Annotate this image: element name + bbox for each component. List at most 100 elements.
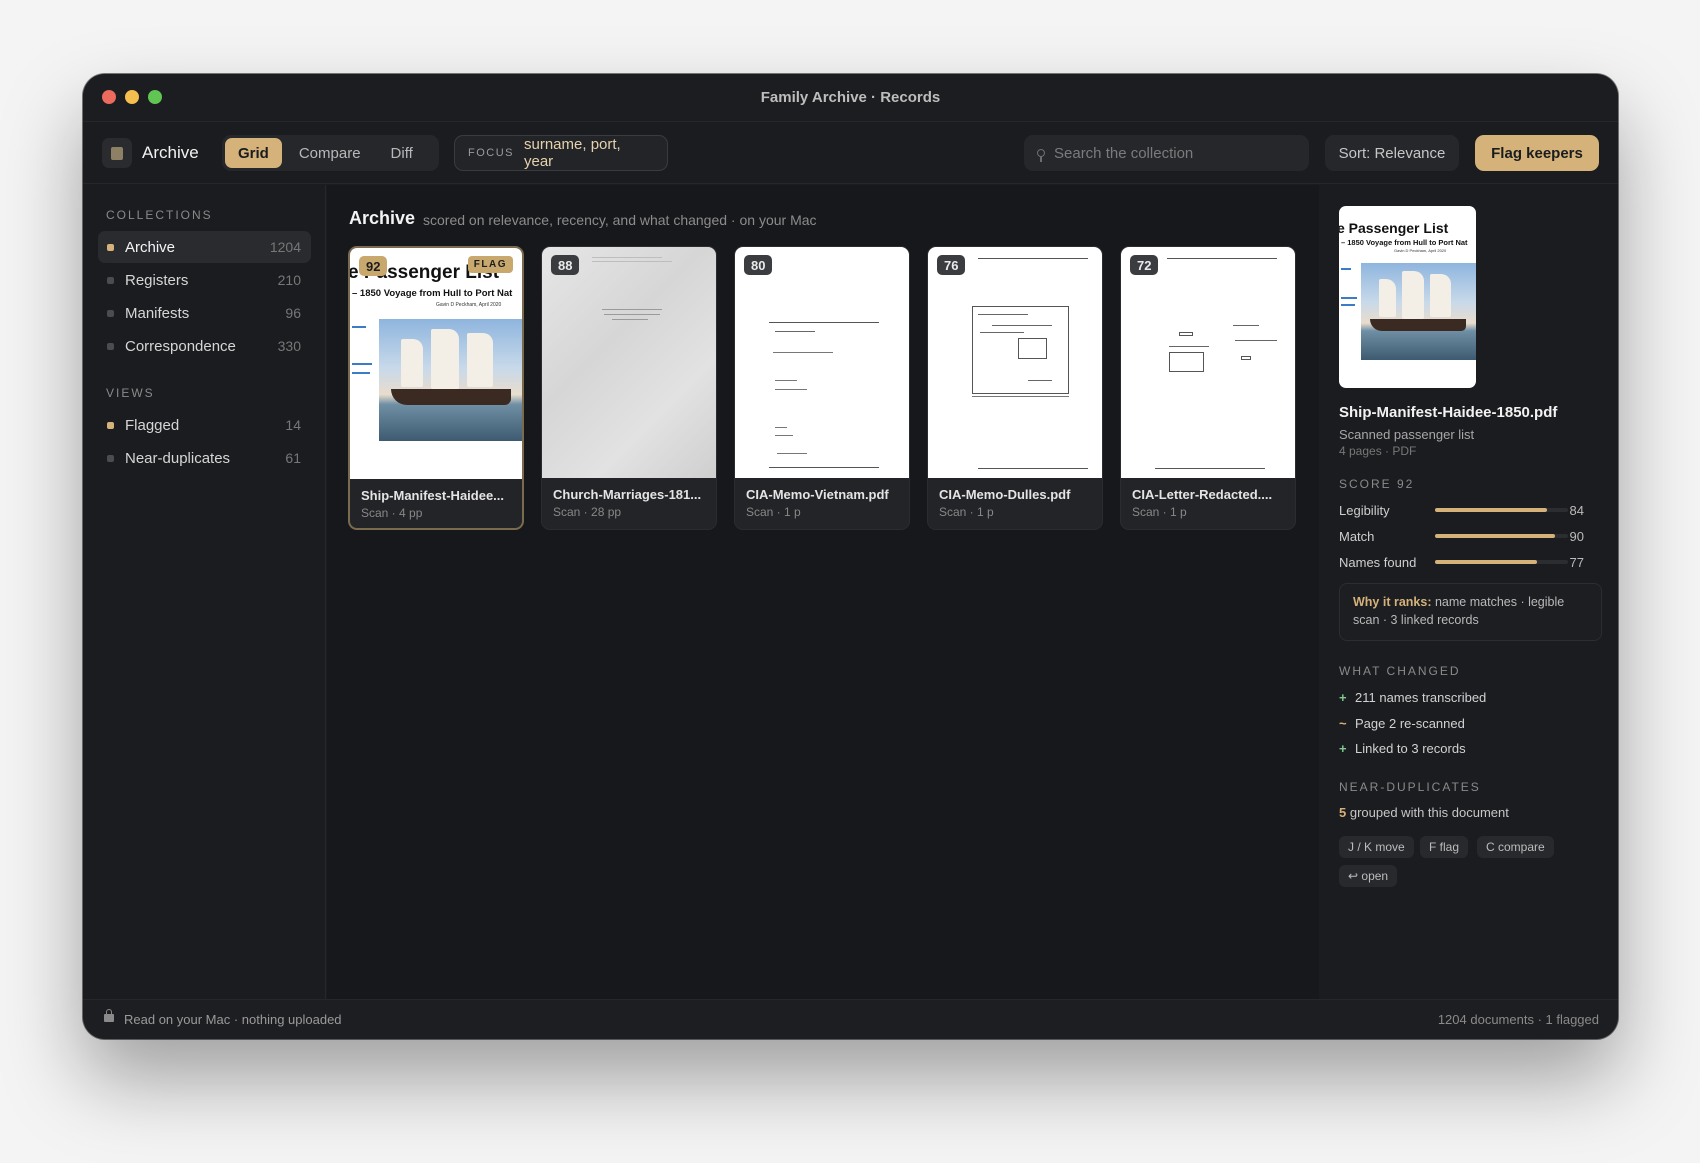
sidebar-item-count: 96 <box>285 305 301 321</box>
app-name: Archive <box>142 143 199 162</box>
sidebar-item-count: 210 <box>277 272 301 288</box>
why-it-ranks-box: Why it ranks: name matches · legible sca… <box>1339 583 1602 641</box>
collection-dot <box>107 243 114 251</box>
metric-value: 84 <box>1569 502 1584 518</box>
document-card-church-marriages[interactable]: 88 Church-Marriages-181... Scan · 28 pp <box>541 246 717 530</box>
view-dot <box>107 454 114 462</box>
change-text: Page 2 re-scanned <box>1355 716 1465 731</box>
detail-panel: e Passenger List – 1850 Voyage from Hull… <box>1320 185 1618 999</box>
sidebar-item-label: Near-duplicates <box>125 449 231 467</box>
document-meta: 4 pages · PDF <box>1339 444 1417 458</box>
sidebar-item-registers[interactable]: Registers 210 <box>98 264 311 296</box>
card-meta: Scan · 1 p <box>1132 505 1187 519</box>
metric-value: 90 <box>1569 528 1584 544</box>
shortcut-move: J / K move <box>1339 836 1414 858</box>
ship-painting-image <box>1361 263 1476 360</box>
search-input[interactable] <box>1054 144 1284 162</box>
why-label: Why it ranks: <box>1353 595 1432 609</box>
change-item: + 211 names transcribed <box>1339 690 1486 705</box>
sidebar-item-count: 61 <box>285 450 301 466</box>
shortcut-flag: F flag <box>1420 836 1469 858</box>
score-badge: 76 <box>937 255 966 275</box>
document-preview[interactable]: e Passenger List – 1850 Voyage from Hull… <box>1339 206 1476 388</box>
card-meta: Scan · 4 pp <box>361 506 423 520</box>
document-card-cia-letter-redacted[interactable]: 72 CIA-Letter-Redacted.... Scan · 1 p <box>1120 246 1296 530</box>
archive-app-icon[interactable] <box>102 138 132 168</box>
card-filename: CIA-Letter-Redacted.... <box>1132 487 1273 502</box>
what-changed-heading: WHAT CHANGED <box>1339 664 1461 678</box>
thumb-link-text <box>352 372 370 374</box>
sidebar-item-count: 14 <box>285 417 301 433</box>
sidebar-item-label: Flagged <box>125 416 180 434</box>
near-duplicates-heading: NEAR-DUPLICATES <box>1339 780 1481 794</box>
document-card-cia-memo-vietnam[interactable]: 80 CIA-Memo-Vietnam.pdf Scan · 1 p <box>734 246 910 530</box>
privacy-status: Read on your Mac · nothing uploaded <box>124 1012 342 1027</box>
focus-value: surname, port, year <box>524 136 621 170</box>
sidebar-item-label: Correspondence <box>125 337 236 355</box>
sidebar-item-label: Manifests <box>125 304 190 322</box>
change-text: 211 names transcribed <box>1355 690 1487 705</box>
metric-value: 77 <box>1569 554 1584 570</box>
thumb-author: Gavin D Peckham, April 2020 <box>436 302 502 308</box>
tab-compare[interactable]: Compare <box>286 138 374 168</box>
score-badge: 80 <box>744 255 773 275</box>
collection-dot <box>107 309 114 317</box>
focus-filter[interactable]: FOCUS surname, port, year <box>454 135 668 171</box>
sidebar-item-near-duplicates[interactable]: Near-duplicates 61 <box>98 442 311 474</box>
thumb-link-text <box>352 326 366 328</box>
search-box[interactable] <box>1024 135 1309 171</box>
search-icon <box>1037 149 1045 162</box>
collection-dot <box>107 342 114 350</box>
change-text: Linked to 3 records <box>1355 741 1466 756</box>
change-item: + Linked to 3 records <box>1339 741 1466 756</box>
views-heading: VIEWS <box>106 386 155 400</box>
tab-diff[interactable]: Diff <box>378 138 426 168</box>
tab-grid[interactable]: Grid <box>225 138 282 168</box>
score-badge: 72 <box>1130 255 1159 275</box>
card-meta: Scan · 1 p <box>939 505 994 519</box>
sidebar-item-correspondence[interactable]: Correspondence 330 <box>98 330 311 362</box>
document-card-cia-memo-dulles[interactable]: 76 CIA-Memo-Dulles.pdf Scan · 1 p <box>927 246 1103 530</box>
sidebar-item-flagged[interactable]: Flagged 14 <box>98 409 311 441</box>
sidebar-item-archive[interactable]: Archive 1204 <box>98 231 311 263</box>
document-filename: Ship-Manifest-Haidee-1850.pdf <box>1339 404 1558 421</box>
flag-keepers-button[interactable]: Flag keepers <box>1475 135 1599 171</box>
sidebar: COLLECTIONS Archive 1204 Registers 210 M… <box>83 185 326 999</box>
metric-bar <box>1435 508 1568 512</box>
metric-legibility: Legibility 84 <box>1339 501 1584 519</box>
title-bar: Family Archive · Records <box>83 74 1618 122</box>
metric-bar <box>1435 534 1568 538</box>
document-count-status: 1204 documents · 1 flagged <box>1437 1012 1599 1027</box>
sidebar-item-manifests[interactable]: Manifests 96 <box>98 297 311 329</box>
document-card-ship-manifest[interactable]: e Passenger List – 1850 Voyage from Hull… <box>348 246 524 530</box>
document-thumbnail: 76 <box>928 247 1102 478</box>
metric-bar <box>1435 560 1568 564</box>
metric-bar-fill <box>1435 508 1547 512</box>
thumb-link-text <box>1341 297 1357 299</box>
page-subtitle: scored on relevance, recency, and what c… <box>423 212 817 228</box>
app-window: Family Archive · Records Archive Grid Co… <box>83 74 1618 1039</box>
thumb-subtitle: – 1850 Voyage from Hull to Port Nat <box>352 288 513 299</box>
preview-title: e Passenger List <box>1339 220 1449 236</box>
metric-names-found: Names found 77 <box>1339 553 1584 571</box>
score-badge: 88 <box>551 255 580 275</box>
window-title: Family Archive · Records <box>760 89 941 106</box>
document-thumbnail: 88 <box>542 247 716 478</box>
change-symbol: ~ <box>1339 716 1347 731</box>
near-duplicates-summary[interactable]: 5 grouped with this document <box>1339 805 1509 820</box>
change-symbol: + <box>1339 741 1347 756</box>
duplicates-count: 5 <box>1339 805 1347 820</box>
card-meta: Scan · 1 p <box>746 505 801 519</box>
score-badge: 92 <box>359 256 388 276</box>
sort-button[interactable]: Sort: Relevance <box>1325 135 1459 171</box>
focus-label: FOCUS <box>468 147 514 159</box>
main-content: Archive scored on relevance, recency, an… <box>327 185 1319 999</box>
lock-icon <box>104 1009 114 1022</box>
status-bar: Read on your Mac · nothing uploaded 1204… <box>83 999 1618 1039</box>
sidebar-item-count: 330 <box>277 338 301 354</box>
duplicates-text: grouped with this document <box>1349 805 1509 820</box>
card-filename: CIA-Memo-Dulles.pdf <box>939 487 1071 502</box>
sidebar-item-count: 1204 <box>269 239 301 255</box>
score-heading: SCORE 92 <box>1339 477 1415 491</box>
toolbar: Archive Grid Compare Diff FOCUS surname,… <box>83 122 1618 184</box>
